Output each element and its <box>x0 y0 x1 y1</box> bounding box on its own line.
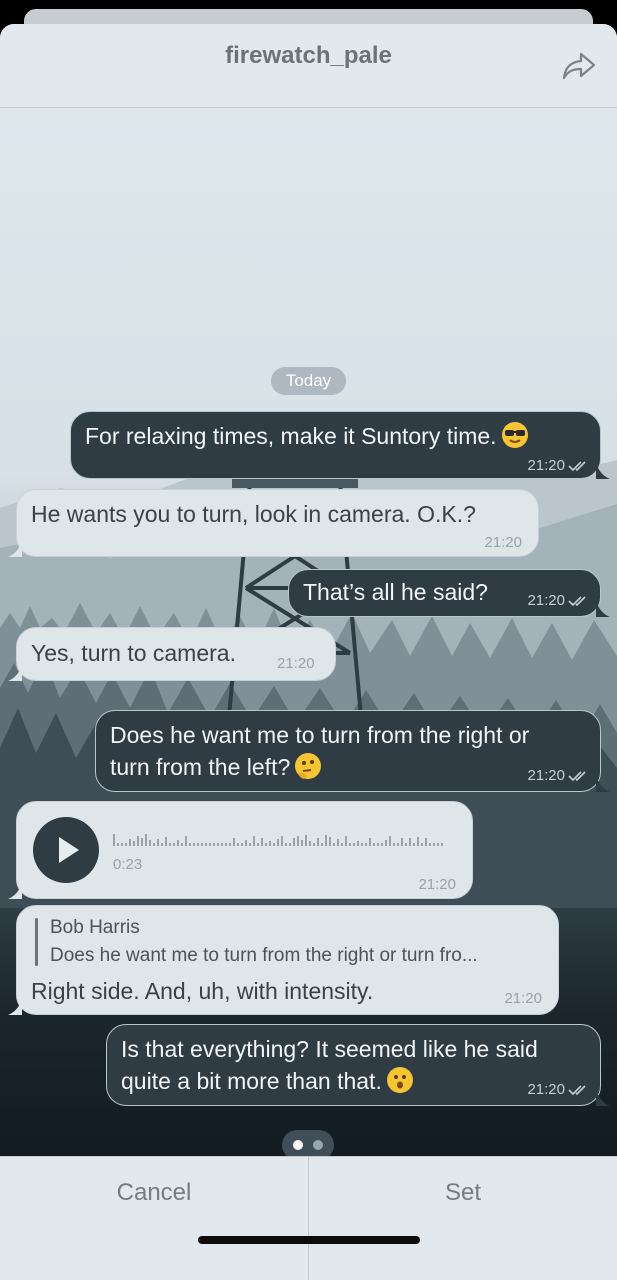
home-indicator <box>198 1236 420 1244</box>
message-time: 21:20 <box>504 990 542 1007</box>
waveform[interactable] <box>113 824 449 846</box>
bubble-tail <box>596 601 610 617</box>
voice-message[interactable]: 0:23 21:20 <box>16 801 473 899</box>
message-time: 21:20 <box>527 1081 588 1099</box>
play-icon <box>59 837 79 863</box>
hushed-emoji-icon <box>386 1067 413 1093</box>
date-separator: Today <box>271 367 346 395</box>
message-time: 21:20 <box>277 655 315 672</box>
page-dot <box>313 1140 323 1150</box>
message-text: Yes, turn to camera. <box>31 640 236 666</box>
theme-preview-sheet: firewatch_pale Today For relaxing times,… <box>0 24 617 1280</box>
outgoing-message[interactable]: That’s all he said? 21:20 <box>288 569 601 617</box>
bubble-tail <box>8 999 22 1015</box>
outgoing-message[interactable]: Does he want me to turn from the right o… <box>95 710 601 792</box>
reply-author: Bob Harris <box>50 917 140 938</box>
bubble-tail <box>596 1090 610 1106</box>
play-button[interactable] <box>33 817 99 883</box>
message-time: 21:20 <box>527 767 588 785</box>
footer: Cancel Set <box>0 1156 617 1280</box>
message-text: He wants you to turn, look in camera. O.… <box>31 501 476 527</box>
bubble-tail <box>596 776 610 792</box>
message-text: For relaxing times, make it Suntory time… <box>85 420 529 452</box>
message-time: 21:20 <box>527 592 588 610</box>
thinking-emoji-icon <box>295 753 322 779</box>
page-title: firewatch_pale <box>225 42 392 69</box>
page-dot-active <box>293 1140 303 1150</box>
message-text-line: turn from the left? <box>110 751 322 783</box>
chat-preview: Today For relaxing times, make it Suntor… <box>0 108 617 1156</box>
message-time: 21:20 <box>418 876 456 893</box>
set-button[interactable]: Set <box>309 1157 617 1229</box>
bubble-tail <box>8 883 22 899</box>
outgoing-message[interactable]: Is that everything? It seemed like he sa… <box>106 1024 601 1106</box>
page-indicator[interactable] <box>282 1130 334 1156</box>
message-time: 21:20 <box>484 534 522 551</box>
voice-duration: 0:23 <box>113 856 143 873</box>
message-text-line: quite a bit more than that. <box>121 1065 414 1097</box>
cancel-button[interactable]: Cancel <box>0 1157 308 1229</box>
message-text-line: Is that everything? It seemed like he sa… <box>121 1036 538 1062</box>
bubble-tail <box>596 463 610 479</box>
incoming-reply-message[interactable]: Bob Harris Does he want me to turn from … <box>16 905 559 1015</box>
outgoing-message[interactable]: For relaxing times, make it Suntory time… <box>70 411 601 479</box>
double-check-icon <box>568 771 586 782</box>
reply-quote: Does he want me to turn from the right o… <box>50 945 478 966</box>
bubble-tail <box>8 541 22 557</box>
message-text: Right side. And, uh, with intensity. <box>31 978 374 1004</box>
header: firewatch_pale <box>0 24 617 108</box>
double-check-icon <box>568 596 586 607</box>
message-time: 21:20 <box>527 457 588 475</box>
reply-bar <box>35 918 38 966</box>
share-arrow-icon[interactable] <box>561 50 597 82</box>
sunglasses-emoji-icon <box>501 422 528 448</box>
double-check-icon <box>568 1085 586 1096</box>
message-text-line: Does he want me to turn from the right o… <box>110 722 530 748</box>
bubble-tail <box>8 665 22 681</box>
double-check-icon <box>568 461 586 472</box>
incoming-message[interactable]: Yes, turn to camera. 21:20 <box>16 627 336 681</box>
message-text: That’s all he said? <box>303 579 488 605</box>
incoming-message[interactable]: He wants you to turn, look in camera. O.… <box>16 489 539 557</box>
